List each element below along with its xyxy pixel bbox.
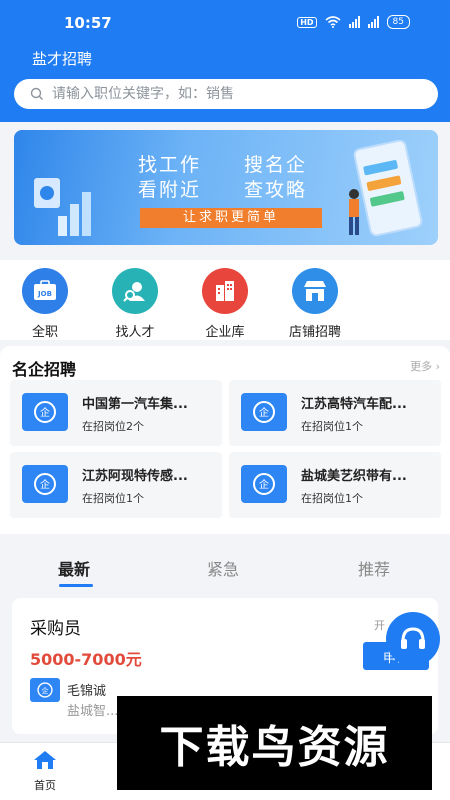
svg-text:企: 企 [40,406,50,419]
hd-badge: HD [297,16,317,28]
building-icon [202,268,248,314]
section-title: 名企招聘 [12,360,77,379]
app-title: 盐才招聘 [32,50,93,68]
chevron-right-icon: › [435,360,440,373]
app-header: 10:57 HD 85 盐才招聘 [0,0,450,122]
company-logo-icon: 企 [22,465,68,503]
company-logo-icon: 企 [241,465,287,503]
phone-illustration-icon [349,140,423,237]
shop-icon [292,268,338,314]
job-tabs: 最新 紧急 推荐 [0,540,450,590]
tab-recommend[interactable]: 推荐 [358,556,390,580]
category-shop-recruit[interactable]: 店铺招聘 [280,268,350,340]
job-salary: 5000-7000元 [30,650,142,669]
banner-text: 找工作 [138,154,202,176]
tab-urgent[interactable]: 紧急 [207,556,239,580]
svg-text:企: 企 [42,686,49,695]
chart-bars-icon [34,178,91,236]
job-title: 采购员 [30,619,81,639]
status-icons: HD 85 [297,15,410,29]
company-name: 江苏阿现特传感... [82,469,188,484]
watermark-overlay: 下载鸟资源 [117,696,432,790]
customer-service-button[interactable] [386,612,440,666]
company-name: 盐城美艺织带有... [301,469,407,484]
talent-search-icon [112,268,158,314]
banner-text: 看附近 [138,179,202,201]
company-job-count: 在招岗位1个 [301,492,363,505]
status-bar: 10:57 HD 85 [0,0,450,44]
company-card[interactable]: 企 江苏高特汽车配... 在招岗位1个 [229,380,441,446]
banner-text: 查攻略 [244,179,308,201]
more-link[interactable]: 更多 › [410,358,440,374]
category-label: 全职 [31,325,58,340]
home-icon [34,751,56,769]
signal-icon [367,16,379,28]
banner-text: 搜名企 [244,154,308,176]
tab-latest[interactable]: 最新 [58,556,90,580]
category-label: 企业库 [205,325,245,340]
company-logo-icon: 企 [30,678,60,702]
nav-home-label: 首页 [34,779,56,792]
wifi-icon [325,16,341,28]
company-logo-icon: 企 [22,393,68,431]
svg-text:JOB: JOB [37,290,52,298]
search-icon [30,87,43,100]
search-input[interactable] [52,86,412,102]
promo-banner[interactable]: 找工作 搜名企 看附近 查攻略 让求职更简单 [14,130,438,245]
nav-home[interactable]: 首页 [24,749,66,793]
company-card[interactable]: 企 盐城美艺织带有... 在招岗位1个 [229,452,441,518]
signal-icon [348,16,360,28]
company-name: 中国第一汽车集... [82,397,188,412]
tab-underline [59,584,93,587]
company-card[interactable]: 企 江苏阿现特传感... 在招岗位1个 [10,452,222,518]
job-tag: 开 [374,619,385,632]
svg-text:企: 企 [259,478,269,491]
category-row: JOB 全职 找人才 企业库 店铺招聘 [0,260,450,340]
job-company: 盐城智... [67,704,119,719]
job-contact-name: 毛锦诚 [67,684,107,699]
company-job-count: 在招岗位1个 [301,420,363,433]
company-card[interactable]: 企 中国第一汽车集... 在招岗位2个 [10,380,222,446]
category-company-library[interactable]: 企业库 [190,268,260,340]
search-bar[interactable] [14,79,438,109]
banner-cta: 让求职更简单 [140,208,322,228]
famous-companies-section: 名企招聘 更多 › 企 中国第一汽车集... 在招岗位2个 企 江苏高特汽车配.… [0,346,450,534]
company-job-count: 在招岗位1个 [82,492,144,505]
more-label: 更多 [410,360,433,373]
category-fulltime[interactable]: JOB 全职 [10,268,80,340]
svg-text:企: 企 [259,406,269,419]
job-icon: JOB [22,268,68,314]
company-job-count: 在招岗位2个 [82,420,144,433]
category-find-talent[interactable]: 找人才 [100,268,170,340]
battery-icon: 85 [386,15,410,29]
company-name: 江苏高特汽车配... [301,397,407,412]
category-label: 店铺招聘 [288,325,341,340]
category-label: 找人才 [115,325,155,340]
status-time: 10:57 [64,14,112,32]
company-logo-icon: 企 [241,393,287,431]
svg-text:企: 企 [40,478,50,491]
headset-icon [401,627,425,649]
